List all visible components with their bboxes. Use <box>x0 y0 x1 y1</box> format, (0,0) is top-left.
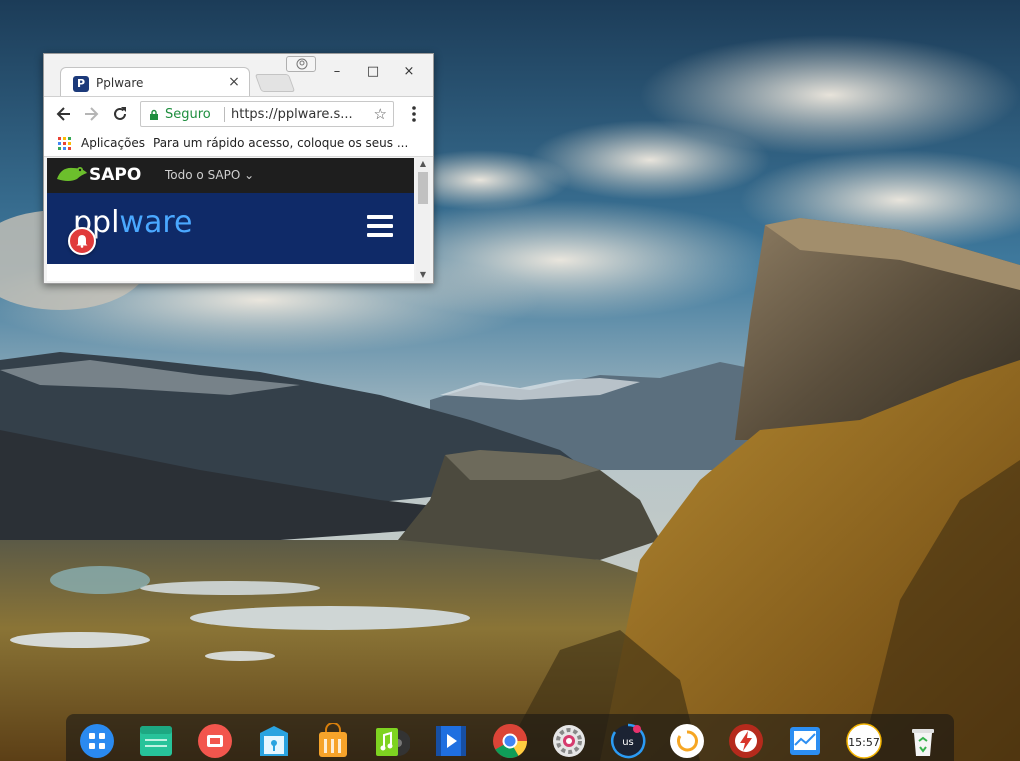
video-player-button[interactable] <box>433 723 469 759</box>
file-manager-button[interactable] <box>138 723 174 759</box>
us-app-button[interactable]: us <box>610 723 646 759</box>
page-scrollbar[interactable]: ▲ ▼ <box>416 158 430 281</box>
clock-button[interactable]: 15:57 <box>846 723 882 759</box>
shop-bag-icon <box>319 723 347 757</box>
new-tab-button[interactable] <box>254 74 296 92</box>
us-app-label: us <box>622 737 634 748</box>
bookmark-star-icon[interactable]: ☆ <box>374 105 387 123</box>
reload-icon[interactable] <box>110 104 130 124</box>
app-store-icon <box>260 726 288 756</box>
browser-toolbar: Seguro https://pplware.s... ☆ <box>44 96 433 130</box>
person-icon <box>296 58 308 70</box>
bookmarks-hint: Para um rápido acesso, coloque os seus .… <box>153 136 409 150</box>
browser-window[interactable]: P Pplware × – □ × Seguro https://pplware… <box>43 53 434 284</box>
sapo-all-menu[interactable]: Todo o SAPO ⌄ <box>165 168 254 182</box>
forward-arrow-icon[interactable] <box>81 104 101 124</box>
us-app-icon: us <box>610 723 646 759</box>
dock: us 15:57 <box>66 714 954 761</box>
tab-close-icon[interactable]: × <box>227 74 241 90</box>
trash-button[interactable] <box>905 723 941 759</box>
maximize-button[interactable]: □ <box>363 62 383 82</box>
sapo-header: SAPO Todo o SAPO ⌄ <box>47 158 414 193</box>
sapo-brand[interactable]: SAPO <box>89 165 141 185</box>
browser-menu-icon[interactable] <box>404 104 424 124</box>
screen-recorder-icon <box>198 724 232 758</box>
flash-app-icon <box>729 724 763 758</box>
apps-grid-icon[interactable] <box>58 137 71 150</box>
minimize-button[interactable]: – <box>327 62 347 82</box>
bookmarks-bar: Aplicações Para um rápido acesso, coloqu… <box>44 130 433 157</box>
back-arrow-icon[interactable] <box>54 104 74 124</box>
shop-button[interactable] <box>315 723 351 759</box>
video-player-icon <box>436 726 466 756</box>
pplware-header: pplware <box>47 193 414 264</box>
launcher-button[interactable] <box>79 723 115 759</box>
chrome-button[interactable] <box>492 723 528 759</box>
omnibox-separator <box>224 107 225 122</box>
bell-icon <box>76 235 88 248</box>
settings-button[interactable] <box>551 723 587 759</box>
apps-shortcut[interactable]: Aplicações <box>81 136 145 150</box>
pplware-favicon: P <box>73 76 89 92</box>
close-window-button[interactable]: × <box>399 62 419 82</box>
app-store-button[interactable] <box>256 723 292 759</box>
power-app-icon <box>670 724 704 758</box>
launcher-icon <box>80 724 114 758</box>
browser-titlebar[interactable]: P Pplware × – □ × <box>44 54 433 97</box>
flash-app-button[interactable] <box>728 723 764 759</box>
system-monitor-button[interactable] <box>787 723 823 759</box>
page-viewport: SAPO Todo o SAPO ⌄ pplware <box>47 158 414 281</box>
power-app-button[interactable] <box>669 723 705 759</box>
browser-tab-pplware[interactable]: P Pplware × <box>60 67 250 97</box>
url-text[interactable]: https://pplware.s... <box>231 107 353 122</box>
screen-recorder-button[interactable] <box>197 723 233 759</box>
clock-label: 15:57 <box>848 736 880 749</box>
address-bar[interactable]: Seguro https://pplware.s... ☆ <box>140 101 394 127</box>
file-manager-icon <box>140 726 172 756</box>
profile-button[interactable] <box>286 56 316 72</box>
notification-bell-button[interactable] <box>68 227 96 255</box>
lock-icon <box>150 109 158 120</box>
hamburger-menu-icon[interactable] <box>367 215 393 239</box>
trash-icon <box>912 729 934 756</box>
clock-icon: 15:57 <box>846 723 882 759</box>
tab-title: Pplware <box>96 76 144 90</box>
scroll-down-icon[interactable]: ▼ <box>416 269 430 281</box>
monitor-app-icon <box>790 727 820 755</box>
scroll-thumb[interactable] <box>418 172 428 204</box>
music-player-button[interactable] <box>374 723 410 759</box>
music-player-icon <box>376 728 410 756</box>
settings-icon <box>553 725 585 757</box>
logo-part-ware: ware <box>119 205 193 240</box>
sapo-frog-icon[interactable] <box>55 163 89 185</box>
scroll-up-icon[interactable]: ▲ <box>416 158 430 170</box>
page-body <box>47 264 414 281</box>
chrome-icon <box>493 724 527 758</box>
security-label: Seguro <box>165 107 211 122</box>
